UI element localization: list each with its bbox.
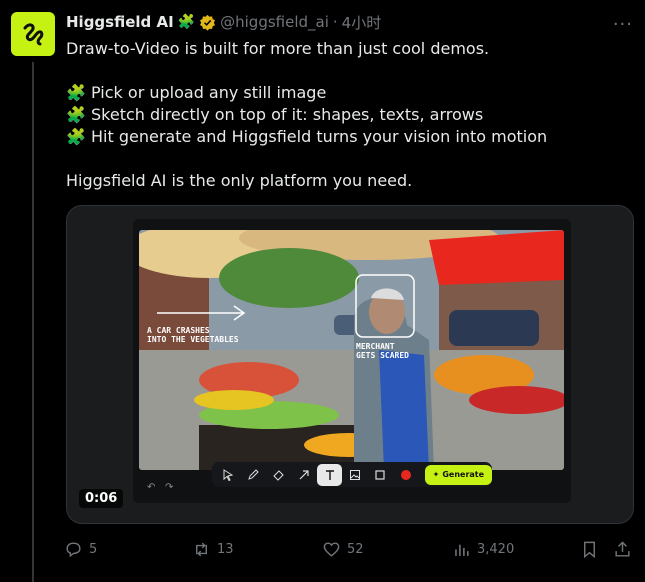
- author-name-emoji: 🧩: [177, 14, 196, 30]
- pencil-tool-icon[interactable]: [240, 464, 265, 486]
- annotation-merchant: MERCHANT GETS SCARED: [356, 342, 409, 360]
- share-icon: [615, 541, 630, 557]
- redo-icon[interactable]: ↷: [165, 482, 173, 493]
- video-player[interactable]: A CAR CRASHES INTO THE VEGETABLES MERCHA…: [66, 205, 634, 524]
- text-tool-icon[interactable]: [316, 463, 343, 486]
- rectangle-tool-icon[interactable]: [368, 464, 393, 486]
- author-name[interactable]: Higgsfield AI: [66, 13, 174, 31]
- separator-dot: ·: [332, 13, 338, 31]
- post-time[interactable]: 4小时: [342, 12, 382, 33]
- drawing-toolbar: ✦ Generate: [212, 462, 493, 487]
- like-button[interactable]: 52: [322, 540, 364, 559]
- undo-icon[interactable]: ↶: [147, 482, 155, 493]
- share-button[interactable]: [613, 540, 632, 559]
- action-bar: 5 13 52 3,420: [64, 540, 634, 560]
- verified-badge-icon[interactable]: [199, 14, 216, 31]
- tweet-line-2: 🧩 Pick or upload any still image: [66, 83, 327, 102]
- higgsfield-logo-icon: [23, 23, 44, 46]
- color-picker-icon[interactable]: [393, 464, 418, 486]
- image-tool-icon[interactable]: [342, 464, 367, 486]
- tweet-line-1: Draw-to-Video is built for more than jus…: [66, 39, 490, 58]
- generate-label: Generate: [442, 470, 485, 479]
- repost-icon: [196, 542, 207, 557]
- repost-count: 13: [217, 542, 234, 557]
- video-duration: 0:06: [79, 489, 124, 508]
- arrow-tool-icon[interactable]: [291, 464, 316, 486]
- select-tool-icon[interactable]: [215, 464, 240, 486]
- repost-button[interactable]: 13: [192, 540, 234, 559]
- author-handle[interactable]: @higgsfield_ai: [220, 13, 329, 31]
- like-count: 52: [347, 542, 364, 557]
- views-count: 3,420: [477, 542, 515, 557]
- avatar[interactable]: [11, 12, 55, 56]
- tweet-line-3: 🧩 Sketch directly on top of it: shapes, …: [66, 105, 484, 124]
- tweet-text: Draw-to-Video is built for more than jus…: [66, 38, 547, 192]
- more-options-icon[interactable]: ···: [613, 14, 633, 35]
- thread-line: [32, 62, 34, 582]
- bookmark-button[interactable]: [580, 540, 599, 559]
- heart-icon: [323, 542, 340, 557]
- views-button[interactable]: 3,420: [452, 540, 514, 559]
- bookmark-icon: [584, 541, 595, 559]
- sparkle-icon: ✦: [432, 470, 440, 479]
- tweet-line-5: Higgsfield AI is the only platform you n…: [66, 171, 413, 190]
- views-icon: [455, 544, 469, 556]
- annotation-car-crash: A CAR CRASHES INTO THE VEGETABLES: [147, 326, 239, 344]
- market-photo: A CAR CRASHES INTO THE VEGETABLES MERCHA…: [139, 230, 564, 470]
- tweet-line-4: 🧩 Hit generate and Higgsfield turns your…: [66, 127, 548, 146]
- reply-count: 5: [89, 542, 98, 557]
- reply-icon: [66, 542, 81, 558]
- generate-button[interactable]: ✦ Generate: [424, 464, 493, 485]
- eraser-tool-icon[interactable]: [266, 464, 291, 486]
- reply-button[interactable]: 5: [64, 540, 97, 559]
- tweet-header: Higgsfield AI 🧩 @higgsfield_ai · 4小时: [66, 12, 381, 32]
